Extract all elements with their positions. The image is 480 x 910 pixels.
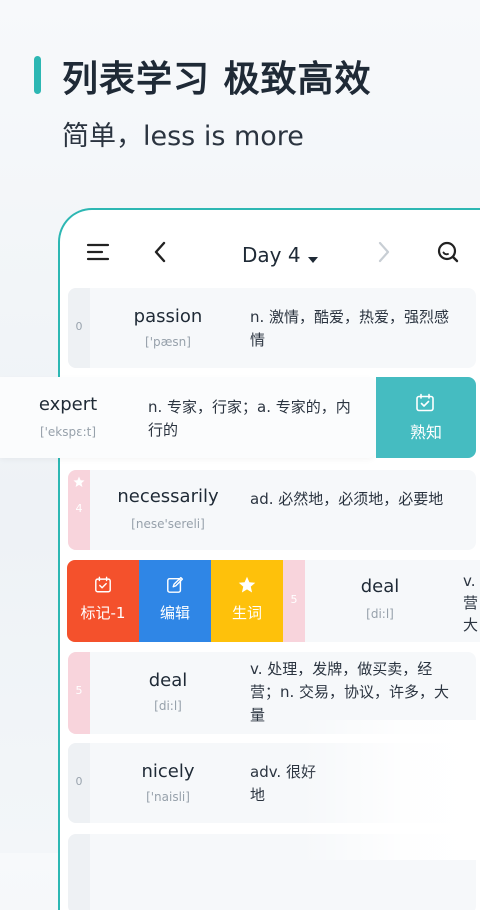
search-icon[interactable]	[434, 238, 462, 266]
fade-overlay	[300, 720, 480, 860]
word-row-expert[interactable]: expert ['ekspɛ:t] n. 专家，行家；a. 专家的，内行的 熟知	[0, 377, 476, 458]
edit-icon	[166, 576, 184, 598]
word-card-necessarily[interactable]: 4 necessarily [nese'sereli] ad. 必然地，必须地，…	[68, 470, 476, 550]
word-card-deal-swiped[interactable]: 5 deal [di:l] v. 营 大	[283, 560, 480, 642]
definition-text: ad. 必然地，必须地，必要地	[250, 490, 444, 508]
definition-text: n. 激情，酷爱，热爱，强烈感情	[250, 308, 450, 349]
word-card-expert[interactable]: expert ['ekspɛ:t] n. 专家，行家；a. 专家的，内行的	[0, 377, 376, 458]
definition-text: n. 专家，行家；a. 专家的，内行的	[148, 398, 351, 439]
star-icon	[73, 476, 85, 487]
known-button[interactable]: 熟知	[376, 377, 476, 458]
menu-icon[interactable]	[84, 238, 112, 266]
phonetic-text: [di:l]	[366, 607, 394, 621]
word-card-passion[interactable]: 0 passion ['pæsn] n. 激情，酷爱，热爱，强烈感情	[68, 288, 476, 368]
word-text: deal	[148, 670, 188, 691]
edit-label: 编辑	[159, 604, 190, 622]
mark-label: 标记-1	[80, 604, 126, 622]
definition-text: v. 处理，发牌，做买卖，经营；n. 交易，协议，许多，大量	[250, 660, 450, 724]
phonetic-text: ['naisli]	[146, 790, 190, 804]
review-count: 4	[75, 502, 83, 515]
definition-text: v. 营 大	[463, 572, 479, 634]
subline: 简单，less is more	[62, 121, 304, 152]
word-row-deal-actions[interactable]: 标记-1 编辑 生词 5 deal [di:l] v. 营 大	[67, 560, 480, 642]
chevron-right-icon[interactable]	[370, 238, 398, 266]
review-count: 5	[290, 593, 298, 606]
edit-button[interactable]: 编辑	[139, 560, 211, 642]
toolbar: Day 4	[60, 210, 480, 290]
phonetic-text: ['ekspɛ:t]	[39, 425, 97, 439]
phonetic-text: [nese'sereli]	[131, 517, 205, 531]
phonetic-text: ['pæsn]	[145, 335, 191, 349]
word-text: nicely	[141, 761, 195, 782]
word-text: expert	[38, 394, 98, 415]
caret-down-icon	[307, 245, 319, 269]
calendar-check-icon	[415, 393, 435, 417]
headline: 列表学习 极致高效	[62, 59, 372, 100]
card-strip	[68, 834, 90, 910]
review-count: 5	[75, 684, 83, 697]
star-icon	[238, 576, 256, 598]
phonetic-text: [di:l]	[154, 699, 182, 713]
accent-bar	[34, 56, 41, 94]
known-label: 熟知	[409, 423, 442, 442]
word-text: deal	[360, 576, 400, 597]
new-word-button[interactable]: 生词	[211, 560, 283, 642]
calendar-check-icon	[94, 576, 112, 598]
day-title: Day 4	[242, 243, 301, 267]
review-count: 0	[75, 775, 83, 788]
review-count: 0	[75, 320, 83, 333]
chevron-left-icon[interactable]	[146, 238, 174, 266]
new-word-label: 生词	[231, 604, 262, 622]
day-selector[interactable]: Day 4	[242, 243, 319, 269]
mark-button[interactable]: 标记-1	[67, 560, 139, 642]
word-text: passion	[133, 306, 203, 327]
word-text: necessarily	[117, 486, 219, 507]
